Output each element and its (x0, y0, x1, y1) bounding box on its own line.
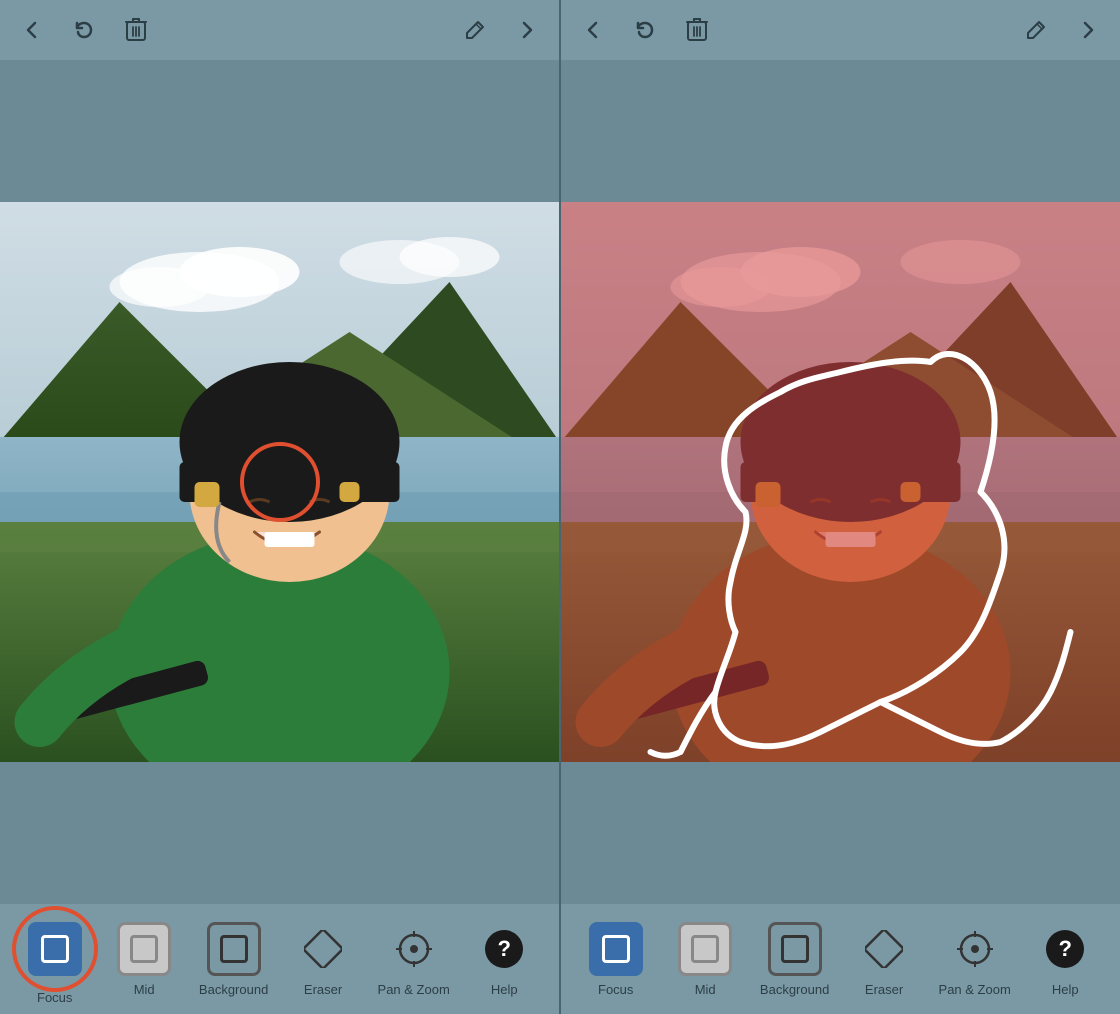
focus-inner-square-left (41, 935, 69, 963)
right-top-gray (561, 60, 1120, 202)
trash-button-right[interactable] (681, 14, 713, 46)
pan-zoom-tool-left[interactable]: Pan & Zoom (378, 922, 450, 997)
pan-zoom-tool-right[interactable]: Pan & Zoom (939, 922, 1011, 997)
mid-inner-square-left (130, 935, 158, 963)
left-bottom-toolbar: Focus Mid Background Eraser (0, 904, 559, 1014)
right-bottom-gray (561, 762, 1120, 904)
focus-icon-box-right[interactable] (589, 922, 643, 976)
right-photo-area[interactable] (561, 202, 1120, 762)
back-button[interactable] (16, 14, 48, 46)
eraser-tool-right[interactable]: Eraser (849, 922, 919, 997)
bg-label-left: Background (199, 982, 268, 997)
help-icon-left: ? (485, 930, 523, 968)
eraser-label-left: Eraser (304, 982, 342, 997)
eraser-label-right: Eraser (865, 982, 903, 997)
help-tool-right[interactable]: ? Help (1030, 922, 1100, 997)
focus-inner-square-right (602, 935, 630, 963)
pan-icon-box-right[interactable] (948, 922, 1002, 976)
mid-icon-box-right[interactable] (678, 922, 732, 976)
next-button[interactable] (511, 14, 543, 46)
undo-button[interactable] (68, 14, 100, 46)
eraser-tool-left[interactable]: Eraser (288, 922, 358, 997)
left-toolbar (0, 0, 559, 60)
pan-zoom-label-left: Pan & Zoom (378, 982, 450, 997)
left-bottom-gray (0, 762, 559, 904)
help-icon-box-left[interactable]: ? (477, 922, 531, 976)
help-label-right: Help (1052, 982, 1079, 997)
drawn-outline-svg (561, 202, 1120, 762)
pencil-button-right[interactable] (1020, 14, 1052, 46)
focus-icon-box-left[interactable] (28, 922, 82, 976)
focus-label-right: Focus (598, 982, 633, 997)
help-label-left: Help (491, 982, 518, 997)
left-panel: Focus Mid Background Eraser (0, 0, 561, 1014)
bg-inner-square-left (220, 935, 248, 963)
help-icon-right: ? (1046, 930, 1084, 968)
next-button-right[interactable] (1072, 14, 1104, 46)
eraser-icon-box-right[interactable] (857, 922, 911, 976)
left-top-gray (0, 60, 559, 202)
pencil-button[interactable] (459, 14, 491, 46)
right-bottom-toolbar: Focus Mid Background Eraser (561, 904, 1120, 1014)
focus-label-left: Focus (37, 990, 72, 1005)
right-toolbar (561, 0, 1120, 60)
focus-tool-right[interactable]: Focus (581, 922, 651, 997)
left-photo-area (0, 202, 559, 762)
right-panel: Focus Mid Background Eraser (561, 0, 1120, 1014)
mid-tool-left[interactable]: Mid (109, 922, 179, 997)
focus-tool-left[interactable]: Focus (20, 914, 90, 1005)
mid-icon-box-left[interactable] (117, 922, 171, 976)
help-icon-box-right[interactable]: ? (1038, 922, 1092, 976)
pan-zoom-label-right: Pan & Zoom (939, 982, 1011, 997)
bg-icon-box-right[interactable] (768, 922, 822, 976)
bg-label-right: Background (760, 982, 829, 997)
bg-inner-square-right (781, 935, 809, 963)
bg-icon-box-left[interactable] (207, 922, 261, 976)
mid-label-left: Mid (134, 982, 155, 997)
eraser-icon-box-left[interactable] (296, 922, 350, 976)
pan-icon-box-left[interactable] (387, 922, 441, 976)
mid-label-right: Mid (695, 982, 716, 997)
help-tool-left[interactable]: ? Help (469, 922, 539, 997)
trash-button[interactable] (120, 14, 152, 46)
undo-button-right[interactable] (629, 14, 661, 46)
mid-tool-right[interactable]: Mid (670, 922, 740, 997)
back-button-right[interactable] (577, 14, 609, 46)
mid-inner-square-right (691, 935, 719, 963)
background-tool-left[interactable]: Background (199, 922, 269, 997)
background-tool-right[interactable]: Background (760, 922, 830, 997)
left-scene-svg (0, 202, 559, 762)
